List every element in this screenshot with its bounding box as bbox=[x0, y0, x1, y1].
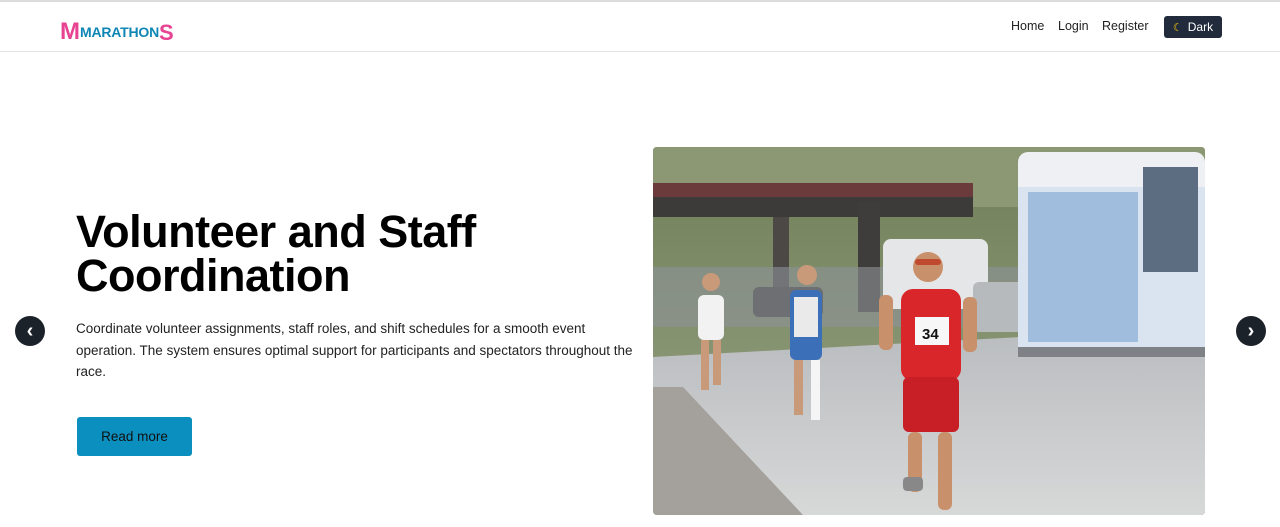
moon-icon: ☾ bbox=[1172, 21, 1183, 34]
logo-letter-m: M bbox=[60, 18, 80, 45]
marathon-runners-illustration: 34 bbox=[653, 147, 1205, 515]
runner-bib-number: 34 bbox=[922, 326, 939, 343]
slide-description: Coordinate volunteer assignments, staff … bbox=[76, 321, 633, 379]
nav-login-link[interactable]: Login bbox=[1058, 19, 1089, 33]
chevron-right-icon: › bbox=[1247, 320, 1255, 342]
logo-text: MARATHON bbox=[80, 24, 160, 40]
dark-mode-button[interactable]: ☾ Dark bbox=[1164, 16, 1222, 38]
chevron-left-icon: ‹ bbox=[26, 320, 34, 342]
logo-letter-s: S bbox=[159, 20, 174, 45]
dark-mode-label: Dark bbox=[1187, 20, 1214, 34]
read-more-button[interactable]: Read more bbox=[77, 417, 192, 456]
slide-title: Volunteer and Staff Coordination bbox=[76, 206, 476, 301]
navbar: M MARATHON S Home Login Register ☾ Dark bbox=[0, 2, 1280, 52]
nav-home-link[interactable]: Home bbox=[1011, 19, 1044, 33]
carousel-next-button[interactable]: › bbox=[1236, 316, 1266, 346]
nav-register-link[interactable]: Register bbox=[1102, 19, 1149, 33]
carousel-prev-button[interactable]: ‹ bbox=[15, 316, 45, 346]
brand-logo[interactable]: M MARATHON S bbox=[60, 18, 174, 44]
slide-image: 34 bbox=[653, 147, 1205, 515]
